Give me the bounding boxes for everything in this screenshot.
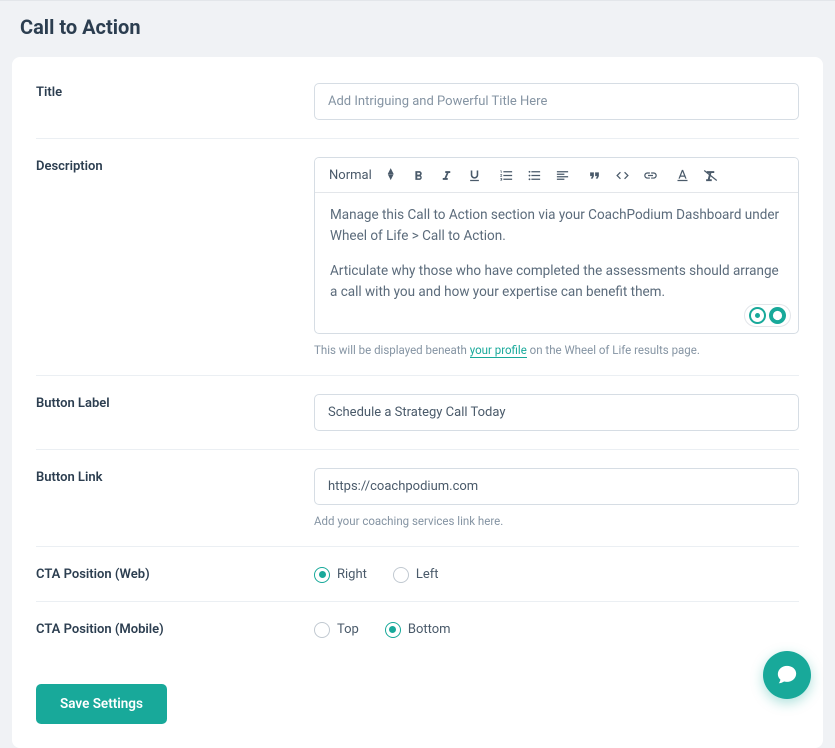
cta-web-radio-group: Right Left [314,565,799,583]
radio-mobile-bottom[interactable]: Bottom [385,622,451,638]
save-button[interactable]: Save Settings [36,684,167,724]
button-label-input[interactable] [314,394,799,431]
underline-icon[interactable] [466,166,484,184]
radio-icon [314,622,330,638]
radio-label: Right [337,567,367,582]
description-help: This will be displayed beneath your prof… [314,343,799,357]
grammarly-suggestion-icon [749,307,766,324]
label-cta-web: CTA Position (Web) [36,565,314,582]
help-chat-button[interactable] [763,651,811,699]
title-input[interactable] [314,83,799,120]
chat-icon [776,664,798,686]
page-header: Call to Action [0,0,835,57]
radio-label: Bottom [408,622,451,637]
label-button-link: Button Link [36,468,314,485]
row-cta-mobile: CTA Position (Mobile) Top Bottom [36,602,799,656]
row-button-link: Button Link Add your coaching services l… [36,450,799,547]
settings-card: Title Description Normal ▲▼ [12,57,823,748]
label-button-label: Button Label [36,394,314,411]
row-save: Save Settings [36,656,799,724]
radio-mobile-top[interactable]: Top [314,622,359,638]
bold-icon[interactable] [410,166,428,184]
row-button-label: Button Label [36,376,799,450]
radio-icon [385,622,401,638]
editor-paragraph: Articulate why those who have completed … [330,261,783,303]
radio-web-left[interactable]: Left [393,567,439,583]
clear-format-icon[interactable] [702,166,720,184]
radio-icon [393,567,409,583]
button-link-help: Add your coaching services link here. [314,514,799,528]
radio-icon [314,567,330,583]
button-link-input[interactable] [314,468,799,505]
rich-text-editor: Normal ▲▼ [314,157,799,334]
text-color-icon[interactable] [674,166,692,184]
label-description: Description [36,157,314,174]
blockquote-icon[interactable] [586,166,604,184]
grammarly-icon [769,307,786,324]
ordered-list-icon[interactable] [498,166,516,184]
page-title: Call to Action [20,15,815,39]
radio-label: Top [337,622,359,637]
chevron-updown-icon: ▲▼ [386,169,396,181]
radio-label: Left [416,567,439,582]
editor-toolbar: Normal ▲▼ [315,158,798,193]
format-select-label: Normal [329,168,372,183]
code-block-icon[interactable] [614,166,632,184]
row-title: Title [36,83,799,139]
link-icon[interactable] [642,166,660,184]
align-icon[interactable] [554,166,572,184]
editor-content[interactable]: Manage this Call to Action section via y… [315,193,798,333]
cta-mobile-radio-group: Top Bottom [314,620,799,638]
label-cta-mobile: CTA Position (Mobile) [36,620,314,637]
row-description: Description Normal ▲▼ [36,139,799,376]
unordered-list-icon[interactable] [526,166,544,184]
editor-paragraph: Manage this Call to Action section via y… [330,205,783,247]
radio-web-right[interactable]: Right [314,567,367,583]
italic-icon[interactable] [438,166,456,184]
label-title: Title [36,83,314,100]
format-select[interactable]: Normal ▲▼ [329,168,396,183]
grammarly-widget[interactable] [744,304,791,327]
your-profile-link[interactable]: your profile [470,343,527,358]
row-cta-web: CTA Position (Web) Right Left [36,547,799,602]
